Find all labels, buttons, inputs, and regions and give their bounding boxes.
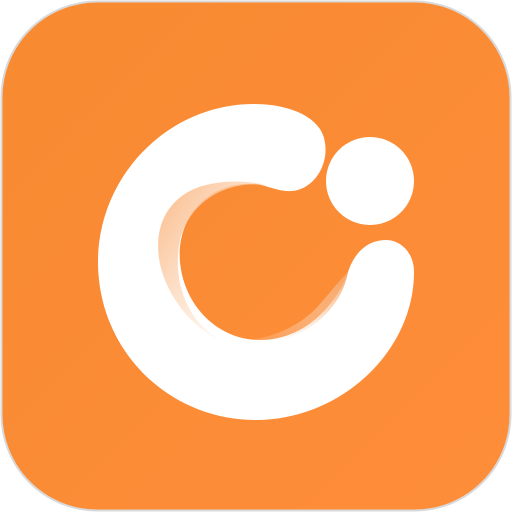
app-icon-canvas: app-logo	[0, 0, 512, 512]
app-icon[interactable]	[0, 0, 512, 512]
dot-icon	[326, 137, 414, 225]
icon-background	[0, 0, 512, 512]
